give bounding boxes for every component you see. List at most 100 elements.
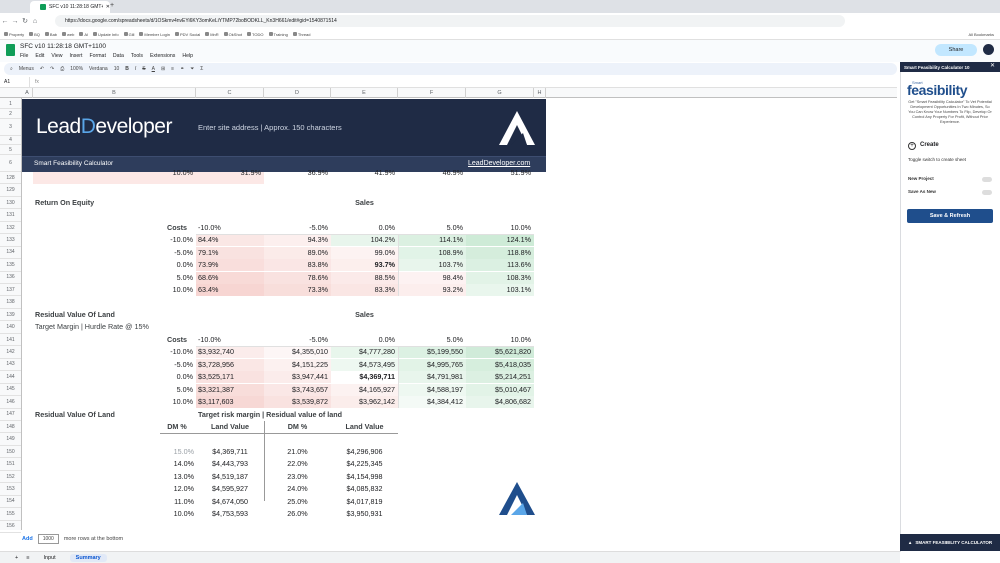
rvl2-dm1[interactable]: 10.0%: [160, 508, 194, 520]
rvl2-lv2[interactable]: $4,017,819: [331, 496, 398, 508]
add-rows-button[interactable]: Add: [22, 536, 33, 542]
data-cell[interactable]: 5.0%: [398, 222, 463, 234]
data-cell[interactable]: 79.1%: [198, 247, 263, 259]
data-cell[interactable]: 51.9%: [466, 167, 531, 179]
data-cell[interactable]: 73.3%: [264, 284, 328, 296]
data-cell[interactable]: 118.8%: [466, 247, 531, 259]
add-sheet-icon[interactable]: +: [15, 555, 18, 561]
data-cell[interactable]: -10.0%: [33, 346, 193, 358]
rvl2-lv1[interactable]: $4,519,187: [196, 471, 264, 483]
data-cell[interactable]: 113.6%: [466, 259, 531, 271]
rvl2-lv1[interactable]: $4,369,711: [196, 446, 264, 458]
rvl2-dm2[interactable]: 22.0%: [264, 458, 331, 470]
data-cell[interactable]: 84.4%: [198, 234, 263, 246]
save-refresh-button[interactable]: Save & Refresh: [907, 209, 993, 223]
data-cell[interactable]: $4,588,197: [398, 384, 463, 396]
data-cell[interactable]: $4,806,682: [466, 396, 531, 408]
data-cell[interactable]: 124.1%: [466, 234, 531, 246]
save-as-new-toggle[interactable]: [982, 190, 992, 195]
rvl2-lv2[interactable]: $4,225,345: [331, 458, 398, 470]
close-panel-icon[interactable]: ✕: [990, 62, 995, 69]
rvl2-lv2[interactable]: $3,950,931: [331, 508, 398, 520]
data-cell[interactable]: 0.0%: [33, 259, 193, 271]
rvl2-dm2[interactable]: 23.0%: [264, 471, 331, 483]
data-cell[interactable]: $4,151,225: [264, 359, 328, 371]
data-cell[interactable]: 0.0%: [33, 371, 193, 383]
rvl2-lv2[interactable]: $4,085,832: [331, 483, 398, 495]
data-cell[interactable]: $3,525,171: [198, 371, 263, 383]
data-cell[interactable]: $5,010,467: [466, 384, 531, 396]
data-cell[interactable]: 10.0%: [33, 396, 193, 408]
tab-summary[interactable]: Summary: [69, 553, 107, 562]
rvl2-dm1[interactable]: 15.0%: [160, 446, 194, 458]
data-cell[interactable]: $4,791,981: [398, 371, 463, 383]
data-cell[interactable]: -10.0%: [33, 234, 193, 246]
data-cell[interactable]: $3,728,956: [198, 359, 263, 371]
data-cell[interactable]: $3,321,387: [198, 384, 263, 396]
rvl2-lv1[interactable]: $4,595,927: [196, 483, 264, 495]
avatar[interactable]: [983, 44, 994, 55]
data-cell[interactable]: 5.0%: [33, 272, 193, 284]
data-cell[interactable]: 83.3%: [331, 284, 395, 296]
data-cell[interactable]: 88.5%: [331, 272, 395, 284]
data-cell[interactable]: 103.1%: [466, 284, 531, 296]
rvl2-dm1[interactable]: 12.0%: [160, 483, 194, 495]
data-cell[interactable]: 36.9%: [264, 167, 328, 179]
data-cell[interactable]: 46.9%: [398, 167, 463, 179]
new-project-toggle[interactable]: [982, 177, 992, 182]
data-cell[interactable]: 93.7%: [331, 259, 395, 271]
data-cell[interactable]: 78.6%: [264, 272, 328, 284]
data-cell[interactable]: 114.1%: [398, 234, 463, 246]
data-cell[interactable]: 5.0%: [398, 334, 463, 346]
data-cell[interactable]: $3,947,441: [264, 371, 328, 383]
data-cell[interactable]: 103.7%: [398, 259, 463, 271]
data-cell[interactable]: 73.9%: [198, 259, 263, 271]
data-cell[interactable]: $5,214,251: [466, 371, 531, 383]
data-cell[interactable]: $3,932,740: [198, 346, 263, 358]
data-cell[interactable]: 10.0%: [33, 284, 193, 296]
data-cell[interactable]: 5.0%: [33, 384, 193, 396]
share-button[interactable]: Share: [935, 44, 977, 56]
data-cell[interactable]: 98.4%: [398, 272, 463, 284]
tab-input[interactable]: Input: [37, 554, 61, 562]
rvl2-dm1[interactable]: 11.0%: [160, 496, 194, 508]
data-cell[interactable]: -10.0%: [198, 222, 263, 234]
data-cell[interactable]: $4,995,765: [398, 359, 463, 371]
all-sheets-icon[interactable]: ≡: [26, 555, 29, 561]
data-cell[interactable]: $3,743,657: [264, 384, 328, 396]
data-cell[interactable]: $5,418,035: [466, 359, 531, 371]
rvl2-lv1[interactable]: $4,674,050: [196, 496, 264, 508]
data-cell[interactable]: 41.9%: [331, 167, 395, 179]
data-cell[interactable]: 104.2%: [331, 234, 395, 246]
data-cell[interactable]: 94.3%: [264, 234, 328, 246]
data-cell[interactable]: 108.3%: [466, 272, 531, 284]
data-cell[interactable]: 10.0%: [466, 222, 531, 234]
rvl2-dm2[interactable]: 25.0%: [264, 496, 331, 508]
rvl2-lv2[interactable]: $4,154,998: [331, 471, 398, 483]
data-cell[interactable]: $3,539,872: [264, 396, 328, 408]
data-cell[interactable]: 63.4%: [198, 284, 263, 296]
rvl2-dm2[interactable]: 21.0%: [264, 446, 331, 458]
data-cell[interactable]: -5.0%: [264, 222, 328, 234]
data-cell[interactable]: $4,573,495: [331, 359, 395, 371]
data-cell[interactable]: $3,962,142: [331, 396, 395, 408]
data-cell[interactable]: $5,621,820: [466, 346, 531, 358]
rvl2-lv1[interactable]: $4,443,793: [196, 458, 264, 470]
rvl2-dm1[interactable]: 13.0%: [160, 471, 194, 483]
data-cell[interactable]: 99.0%: [331, 247, 395, 259]
add-rows-count-input[interactable]: 1000: [37, 534, 59, 544]
data-cell[interactable]: $4,165,927: [331, 384, 395, 396]
data-cell[interactable]: 108.9%: [398, 247, 463, 259]
data-cell[interactable]: 93.2%: [398, 284, 463, 296]
data-cell[interactable]: $4,355,010: [264, 346, 328, 358]
rvl2-lv1[interactable]: $4,753,593: [196, 508, 264, 520]
data-cell[interactable]: -5.0%: [33, 359, 193, 371]
data-cell[interactable]: 89.0%: [264, 247, 328, 259]
data-cell[interactable]: $4,777,280: [331, 346, 395, 358]
data-cell[interactable]: 10.0%: [33, 167, 193, 179]
data-cell[interactable]: -5.0%: [264, 334, 328, 346]
data-cell[interactable]: 83.8%: [264, 259, 328, 271]
rvl2-lv2[interactable]: $4,296,906: [331, 446, 398, 458]
data-cell[interactable]: -10.0%: [198, 334, 263, 346]
data-cell[interactable]: 68.6%: [198, 272, 263, 284]
